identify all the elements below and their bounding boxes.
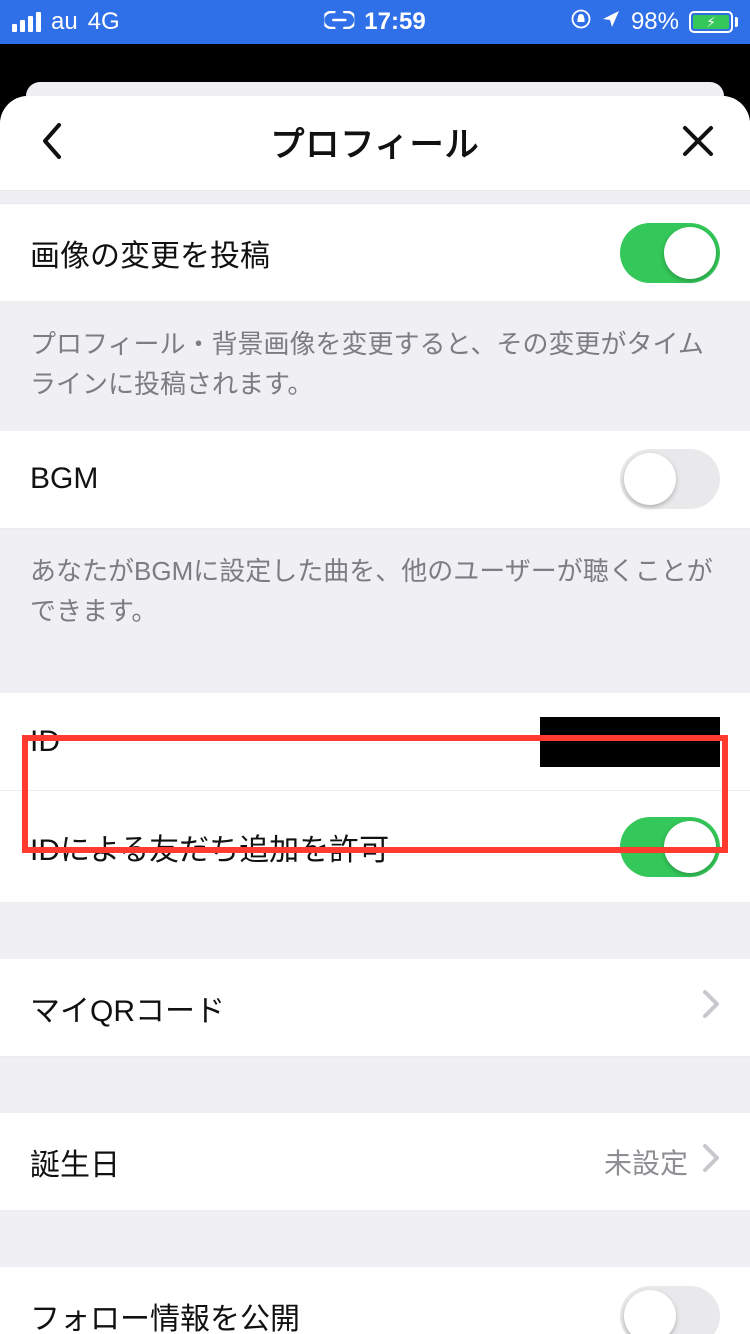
hotspot-link-icon — [324, 8, 354, 36]
chevron-right-icon — [702, 1143, 720, 1181]
toggle-publish-follow[interactable] — [620, 1286, 720, 1334]
id-value-redacted — [540, 717, 720, 767]
row-allow-add-by-id[interactable]: IDによる友だち追加を許可 — [0, 791, 750, 903]
close-button[interactable] — [676, 119, 720, 163]
row-post-image-change[interactable]: 画像の変更を投稿 — [0, 204, 750, 302]
toggle-post-image-change[interactable] — [620, 223, 720, 283]
nav-header: プロフィール — [0, 96, 750, 190]
row-label: ID — [30, 725, 60, 759]
row-label: 画像の変更を投稿 — [30, 231, 270, 275]
row-birthday[interactable]: 誕生日 未設定 — [0, 1113, 750, 1211]
chevron-left-icon — [39, 121, 65, 161]
row-publish-follow-info[interactable]: フォロー情報を公開 — [0, 1267, 750, 1334]
background-layer — [0, 44, 750, 82]
row-bgm[interactable]: BGM — [0, 431, 750, 529]
row-label: IDによる友だち追加を許可 — [30, 825, 389, 869]
profile-settings-sheet: プロフィール 画像の変更を投稿 プロフィール・背景画像を変更すると、その変更がタ… — [0, 96, 750, 1334]
status-bar: au 4G 17:59 98% ⚡︎ — [0, 0, 750, 44]
status-time: 17:59 — [364, 8, 425, 36]
row-label: BGM — [30, 462, 98, 496]
row-id[interactable]: ID — [0, 693, 750, 791]
toggle-allow-add-by-id[interactable] — [620, 817, 720, 877]
page-title: プロフィール — [270, 117, 479, 166]
back-button[interactable] — [30, 119, 74, 163]
row-my-qr-code[interactable]: マイQRコード — [0, 959, 750, 1057]
close-icon — [681, 124, 715, 158]
row-label: 誕生日 — [30, 1140, 120, 1184]
location-arrow-icon — [601, 8, 621, 36]
row-label: フォロー情報を公開 — [30, 1294, 300, 1334]
birthday-value: 未設定 — [604, 1142, 688, 1182]
orientation-lock-icon — [571, 8, 591, 36]
network-label: 4G — [88, 8, 120, 36]
desc-bgm: あなたがBGMに設定した曲を、他のユーザーが聴くことができます。 — [0, 529, 750, 658]
carrier-label: au — [51, 8, 78, 36]
chevron-right-icon — [702, 989, 720, 1027]
signal-icon — [12, 12, 41, 32]
desc-post-image-change: プロフィール・背景画像を変更すると、その変更がタイムラインに投稿されます。 — [0, 302, 750, 431]
row-label: マイQRコード — [30, 986, 225, 1030]
toggle-bgm[interactable] — [620, 449, 720, 509]
battery-icon: ⚡︎ — [689, 11, 738, 33]
battery-percent: 98% — [631, 8, 679, 36]
